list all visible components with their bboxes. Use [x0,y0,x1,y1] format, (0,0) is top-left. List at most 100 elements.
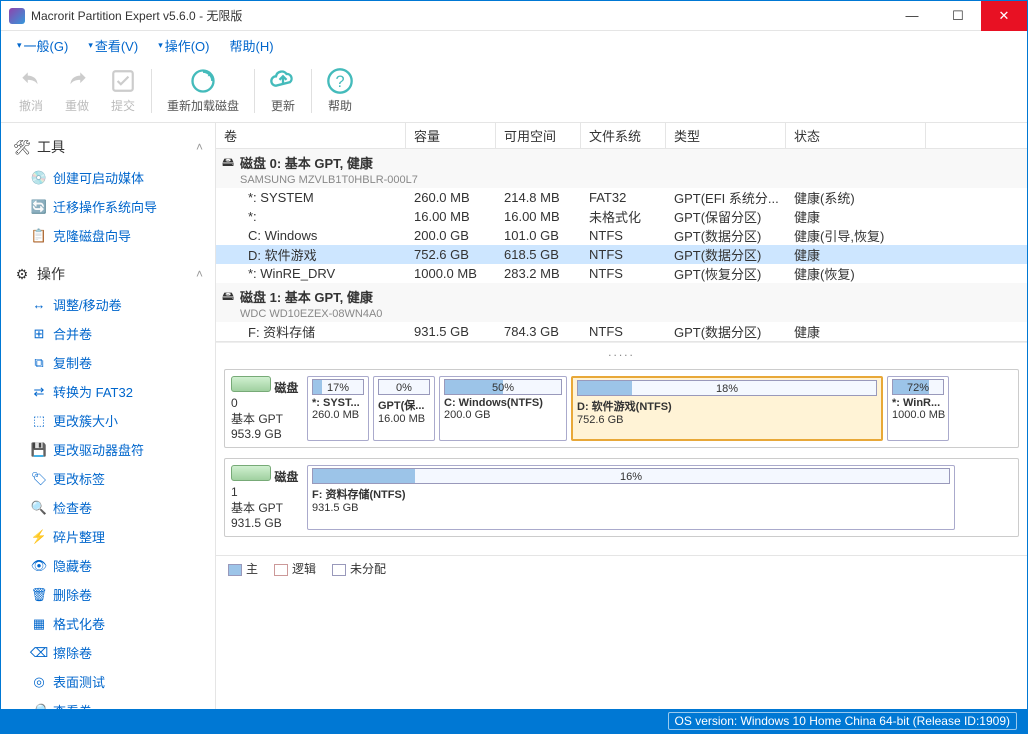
menu-view[interactable]: ▾查看(V) [80,32,146,59]
statusbar: OS version: Windows 10 Home China 64-bit… [1,709,1027,733]
chevron-up-icon: ˄ [196,140,203,154]
col-status[interactable]: 状态 [786,123,926,148]
app-icon [9,8,25,24]
disk-header[interactable]: 🖴磁盘 1: 基本 GPT, 健康WDC WD10EZEX-08WN4A0 [216,283,1027,322]
table-row[interactable]: *: SYSTEM260.0 MB214.8 MBFAT32GPT(EFI 系统… [216,188,1027,207]
partition-block[interactable]: 17%*: SYST...260.0 MB [307,376,369,441]
disk-map: 磁盘 0基本 GPT953.9 GB17%*: SYST...260.0 MB0… [224,369,1019,448]
table-row[interactable]: *: WinRE_DRV1000.0 MB283.2 MBNTFSGPT(恢复分… [216,264,1027,283]
item-icon: ⚡ [31,529,47,545]
sidebar-op-item[interactable]: 🗑删除卷 [1,580,215,609]
status-text: OS version: Windows 10 Home China 64-bit… [668,712,1017,730]
check-icon [109,67,137,95]
sidebar-op-item[interactable]: 🔍检查卷 [1,493,215,522]
col-volume[interactable]: 卷 [216,123,406,148]
item-icon: ◎ [31,674,47,690]
disk-icon [231,465,271,481]
item-icon: 💿 [31,170,47,186]
refresh-button[interactable]: 更新 [261,63,305,119]
legend-logical-swatch [274,564,288,576]
item-icon: 🗑 [31,587,47,603]
menubar: ▾一般(G) ▾查看(V) ▾操作(O) 帮助(H) [1,31,1027,59]
item-icon: ⇄ [31,384,47,400]
disk-icon [231,376,271,392]
disk-map: 磁盘 1基本 GPT931.5 GB16%F: 资料存储(NTFS)931.5 … [224,458,1019,537]
sidebar-op-item[interactable]: ⇄转换为 FAT32 [1,377,215,406]
item-icon: ↔ [31,297,47,313]
chevron-up-icon: ˄ [196,267,203,281]
partition-block[interactable]: 50%C: Windows(NTFS)200.0 GB [439,376,567,441]
undo-button[interactable]: 撤消 [9,63,53,119]
sidebar-op-item[interactable]: 🔎查看卷 [1,696,215,709]
sidebar-tools-header[interactable]: 🛠 工具 ˄ [1,131,215,163]
minimize-button[interactable]: — [889,1,935,31]
menu-help[interactable]: 帮助(H) [222,32,282,59]
sidebar-op-item[interactable]: 👁隐藏卷 [1,551,215,580]
partition-block[interactable]: 72%*: WinR...1000.0 MB [887,376,949,441]
sidebar-op-item[interactable]: 💾更改驱动器盘符 [1,435,215,464]
undo-icon [17,67,45,95]
disk-icon: 🖴 [222,153,234,174]
sidebar-op-item[interactable]: ⧉复制卷 [1,348,215,377]
disk-icon: 🖴 [222,287,234,308]
item-icon: ⌫ [31,645,47,661]
maximize-button[interactable]: ☐ [935,1,981,31]
menu-operation[interactable]: ▾操作(O) [150,32,217,59]
table-row[interactable]: F: 资料存储931.5 GB784.3 GBNTFSGPT(数据分区)健康 [216,322,1027,341]
item-icon: 📋 [31,228,47,244]
item-icon: 💾 [31,442,47,458]
sidebar-op-item[interactable]: 🏷更改标签 [1,464,215,493]
help-button[interactable]: ? 帮助 [318,63,362,119]
sidebar-op-item[interactable]: ▦格式化卷 [1,609,215,638]
disk-header[interactable]: 🖴磁盘 0: 基本 GPT, 健康SAMSUNG MZVLB1T0HBLR-00… [216,149,1027,188]
sidebar-ops-header[interactable]: ⚙ 操作 ˄ [1,258,215,290]
item-icon: 🔄 [31,199,47,215]
sidebar-tool-item[interactable]: 💿创建可启动媒体 [1,163,215,192]
col-filesystem[interactable]: 文件系统 [581,123,666,148]
commit-button[interactable]: 提交 [101,63,145,119]
sidebar-op-item[interactable]: ⚡碎片整理 [1,522,215,551]
partition-block[interactable]: 0%GPT(保...16.00 MB [373,376,435,441]
sidebar-op-item[interactable]: ↔调整/移动卷 [1,290,215,319]
item-icon: ⬚ [31,413,47,429]
item-icon: ⧉ [31,355,47,371]
table-header: 卷 容量 可用空间 文件系统 类型 状态 [216,123,1027,149]
item-icon: 🏷 [31,471,47,487]
tools-icon: 🛠 [13,138,31,156]
disk-map-label: 磁盘 1基本 GPT931.5 GB [231,465,301,530]
sidebar-op-item[interactable]: ⬚更改簇大小 [1,406,215,435]
table-row[interactable]: *:16.00 MB16.00 MB未格式化GPT(保留分区)健康 [216,207,1027,226]
partition-block[interactable]: 16%F: 资料存储(NTFS)931.5 GB [307,465,955,530]
splitter[interactable]: ..... [216,342,1027,361]
close-button[interactable]: ✕ [981,1,1027,31]
redo-button[interactable]: 重做 [55,63,99,119]
table-row[interactable]: D: 软件游戏752.6 GB618.5 GBNTFSGPT(数据分区)健康 [216,245,1027,264]
item-icon: ⊞ [31,326,47,342]
volume-table: 卷 容量 可用空间 文件系统 类型 状态 🖴磁盘 0: 基本 GPT, 健康SA… [216,123,1027,342]
item-icon: ▦ [31,616,47,632]
sidebar-op-item[interactable]: ⊞合并卷 [1,319,215,348]
sidebar-op-item[interactable]: ◎表面测试 [1,667,215,696]
legend-unalloc-swatch [332,564,346,576]
sidebar-op-item[interactable]: ⌫擦除卷 [1,638,215,667]
col-type[interactable]: 类型 [666,123,786,148]
sidebar-tool-item[interactable]: 🔄迁移操作系统向导 [1,192,215,221]
window-title: Macrorit Partition Expert v5.6.0 - 无限版 [31,7,889,24]
partition-block[interactable]: 18%D: 软件游戏(NTFS)752.6 GB [571,376,883,441]
item-icon: 🔍 [31,500,47,516]
item-icon: 👁 [31,558,47,574]
reload-button[interactable]: 重新加载磁盘 [158,63,248,119]
table-row[interactable]: C: Windows200.0 GB101.0 GBNTFSGPT(数据分区)健… [216,226,1027,245]
svg-text:?: ? [335,73,344,91]
legend-main-swatch [228,564,242,576]
redo-icon [63,67,91,95]
cloud-refresh-icon [269,67,297,95]
disk-maps: 磁盘 0基本 GPT953.9 GB17%*: SYST...260.0 MB0… [216,361,1027,555]
disk-map-label: 磁盘 0基本 GPT953.9 GB [231,376,301,441]
titlebar: Macrorit Partition Expert v5.6.0 - 无限版 —… [1,1,1027,31]
menu-general[interactable]: ▾一般(G) [9,32,76,59]
col-capacity[interactable]: 容量 [406,123,496,148]
toolbar: 撤消 重做 提交 重新加载磁盘 更新 ? 帮助 [1,59,1027,123]
col-free[interactable]: 可用空间 [496,123,581,148]
sidebar-tool-item[interactable]: 📋克隆磁盘向导 [1,221,215,250]
